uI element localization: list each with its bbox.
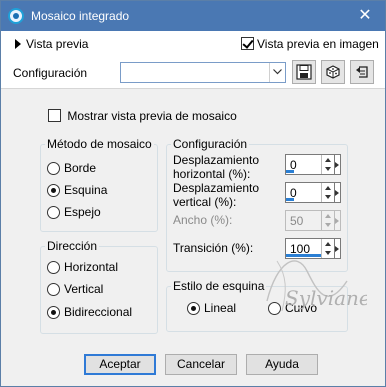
h-offset-spinner[interactable]: 0	[285, 154, 335, 175]
mosaic-method-title: Método de mosaico	[45, 137, 154, 151]
radio-circle[interactable]	[47, 282, 60, 296]
spin-buttons[interactable]	[321, 183, 334, 202]
v-offset-fill	[286, 198, 294, 201]
width-slider-button	[334, 210, 341, 231]
direction-group: Dirección Horizontal Vertical Bidireccio…	[40, 239, 158, 334]
preview-toggle[interactable]: Vista previa	[15, 37, 88, 51]
spin-buttons[interactable]	[321, 155, 334, 174]
radio-circle[interactable]	[187, 301, 200, 315]
signature-watermark: Sylviane	[247, 241, 371, 321]
randomize-button[interactable]	[321, 60, 345, 84]
arrow-down-icon[interactable]	[325, 167, 331, 171]
v-offset-slider-button[interactable]	[334, 182, 341, 203]
arrow-down-icon[interactable]	[325, 195, 331, 199]
reset-button[interactable]	[350, 60, 374, 84]
mosaic-preview-label: Mostrar vista previa de mosaico	[67, 109, 237, 123]
preview-config-panel: Vista previa Vista previa en imagen Conf…	[1, 31, 385, 89]
config-label: Configuración	[13, 66, 88, 80]
radio-circle[interactable]	[47, 161, 60, 175]
radio-label: Lineal	[204, 301, 237, 315]
radio-lineal[interactable]: Lineal	[187, 301, 236, 315]
cancel-button[interactable]: Cancelar	[165, 354, 237, 375]
expand-triangle-icon	[15, 39, 21, 49]
radio-label: Bidireccional	[64, 305, 133, 319]
width-spinner: 50	[285, 210, 335, 231]
radio-label: Horizontal	[64, 260, 119, 274]
width-value: 50	[290, 214, 304, 228]
title-bar[interactable]: Mosaico integrado ✕	[1, 1, 385, 31]
config-combo[interactable]	[120, 62, 286, 83]
mosaic-preview-checkbox[interactable]: Mostrar vista previa de mosaico	[48, 109, 237, 123]
window-title: Mosaico integrado	[31, 9, 130, 23]
mosaic-method-group: Método de mosaico Borde Esquina Espejo	[40, 137, 158, 232]
radio-circle[interactable]	[47, 205, 60, 219]
width-label: Ancho (%):	[173, 213, 233, 227]
arrow-down-icon	[325, 223, 331, 227]
radio-vertical[interactable]: Vertical	[47, 282, 103, 296]
chevron-down-icon[interactable]	[269, 63, 285, 82]
svg-text:Sylviane: Sylviane	[285, 286, 367, 310]
h-offset-label: Desplazamiento horizontal (%):	[173, 153, 260, 181]
h-offset-slider-button[interactable]	[334, 154, 341, 175]
preview-toggle-label: Vista previa	[26, 37, 89, 51]
arrow-up-icon[interactable]	[325, 186, 331, 190]
radio-circle[interactable]	[47, 183, 60, 197]
spin-buttons	[321, 211, 334, 230]
radio-bidireccional[interactable]: Bidireccional	[47, 305, 132, 319]
save-preset-button[interactable]	[292, 60, 316, 84]
help-button[interactable]: Ayuda	[246, 354, 318, 375]
checkbox-box[interactable]	[241, 37, 254, 50]
dialog-window: Mosaico integrado ✕ Vista previa Vista p…	[0, 0, 386, 387]
radio-circle[interactable]	[47, 260, 60, 274]
close-button[interactable]: ✕	[345, 1, 385, 31]
ok-button[interactable]: Aceptar	[84, 354, 156, 375]
app-icon	[8, 8, 24, 24]
radio-label: Espejo	[64, 205, 101, 219]
arrow-up-icon	[325, 214, 331, 218]
radio-label: Borde	[64, 161, 97, 175]
radio-label: Vertical	[64, 282, 104, 296]
v-offset-label: Desplazamiento vertical (%):	[173, 181, 260, 209]
v-offset-spinner[interactable]: 0	[285, 182, 335, 203]
h-offset-fill	[286, 170, 294, 173]
radio-espejo[interactable]: Espejo	[47, 205, 101, 219]
arrow-up-icon[interactable]	[325, 158, 331, 162]
direction-title: Dirección	[45, 239, 100, 253]
settings-title: Configuración	[171, 137, 250, 151]
checkbox-box[interactable]	[48, 109, 61, 122]
transition-label: Transición (%):	[173, 241, 254, 255]
preview-in-image-checkbox[interactable]: Vista previa en imagen	[241, 37, 379, 51]
radio-circle[interactable]	[47, 305, 60, 319]
radio-esquina[interactable]: Esquina	[47, 183, 107, 197]
radio-horizontal[interactable]: Horizontal	[47, 260, 118, 274]
radio-label: Esquina	[64, 183, 108, 197]
preview-in-image-label: Vista previa en imagen	[257, 37, 379, 51]
radio-borde[interactable]: Borde	[47, 161, 96, 175]
